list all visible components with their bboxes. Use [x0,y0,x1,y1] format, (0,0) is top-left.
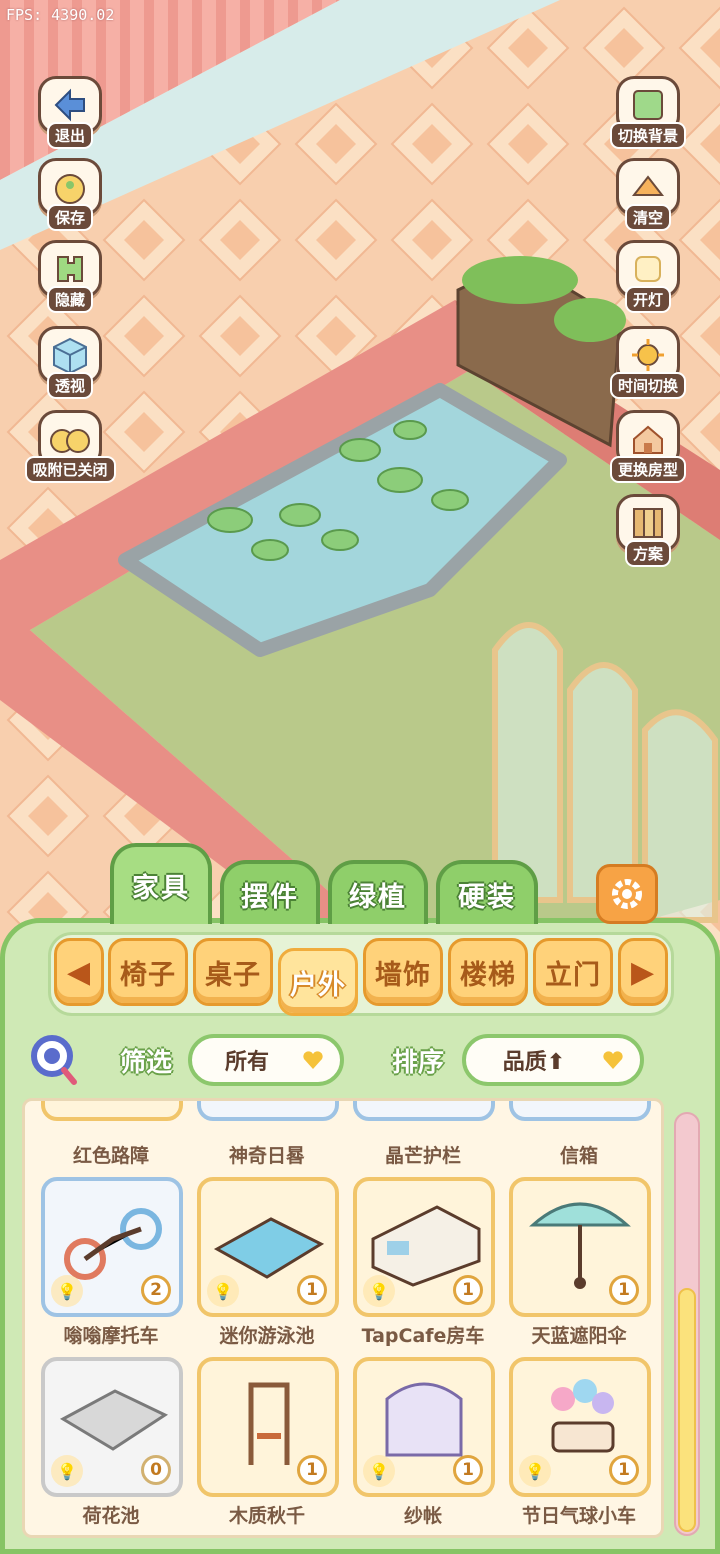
arrow-left-icon: ◀ [66,954,92,990]
hide-button[interactable]: 隐藏 [28,240,112,318]
item-count: 1 [297,1455,327,1485]
canopy-bed-icon [385,1382,463,1457]
item-name-red-roadblock: 红色路障 [72,1145,149,1167]
item-card-partial[interactable] [41,1101,183,1121]
bulb-icon: 💡 [519,1455,551,1487]
item-count: 1 [609,1275,639,1305]
scrollbar-thumb[interactable] [678,1288,696,1532]
item-card-lotus-pond[interactable]: 💡 0 [41,1357,183,1497]
sort-value: 品质⬆ [502,1050,566,1075]
umbrella-icon [529,1202,631,1289]
item-card-umbrella[interactable]: 1 [509,1177,651,1317]
subtab-outdoor[interactable]: 户外 [278,948,358,1016]
next-subcategory-button[interactable]: ▶ [618,938,668,1006]
item-card-camper[interactable]: 💡 1 [353,1177,495,1317]
item-count: 1 [609,1455,639,1485]
item-scrollbar[interactable] [674,1112,700,1536]
search-button[interactable] [28,1032,80,1086]
item-name: TapCafe房车 [361,1325,485,1347]
item-name-mailbox: 信箱 [559,1145,598,1167]
tab-hardware[interactable]: 硬装 [436,860,538,924]
bulb-icon: 💡 [363,1275,395,1307]
item-card-motorbike[interactable]: 💡 2 [41,1177,183,1317]
item-card-canopy[interactable]: 💡 1 [353,1357,495,1497]
sort-dropdown[interactable]: 品质⬆ [462,1034,644,1086]
item-name-sundial: 神奇日晷 [228,1145,305,1167]
subtab-wall-decor[interactable]: 墙饰 [363,938,443,1006]
swing-icon [248,1382,290,1465]
switch-background-button[interactable]: 切换背景 [606,76,690,154]
subtab-doors[interactable]: 立门 [533,938,613,1006]
item-name: 迷你游泳池 [219,1325,315,1347]
light-button[interactable]: 开灯 [606,240,690,318]
subtab-tables[interactable]: 桌子 [193,938,273,1006]
filter-value: 所有 [224,1050,269,1075]
save-button[interactable]: 保存 [28,158,112,236]
heart-dropdown-icon [603,1051,623,1069]
item-card-pool[interactable]: 💡 1 [197,1177,339,1317]
item-name-crystal-fence: 晶芒护栏 [384,1145,461,1167]
arrow-right-icon: ▶ [630,954,656,990]
perspective-button[interactable]: 透视 [28,326,112,404]
fps-counter: FPS: 4390.02 [6,6,115,24]
filter-label: 筛选 [120,1048,173,1078]
item-card-partial[interactable] [509,1101,651,1121]
item-name: 嗡嗡摩托车 [63,1325,159,1347]
heart-dropdown-icon [303,1051,323,1069]
sort-label: 排序 [392,1048,445,1078]
item-card-partial[interactable] [353,1101,495,1121]
subtab-stairs[interactable]: 楼梯 [448,938,528,1006]
bulb-icon: 💡 [207,1275,239,1307]
tab-plants[interactable]: 绿植 [328,860,428,924]
clear-button[interactable]: 清空 [606,158,690,236]
item-name: 荷花池 [82,1505,140,1527]
motorbike-icon [64,1208,162,1280]
search-icon [31,1035,77,1085]
bulb-icon: 💡 [363,1455,395,1487]
item-count: 1 [297,1275,327,1305]
change-room-type-button[interactable]: 更换房型 [606,410,690,488]
lotus-pond-icon [59,1389,169,1451]
bulb-icon: 💡 [51,1455,83,1487]
prev-subcategory-button[interactable]: ◀ [54,938,104,1006]
filter-dropdown[interactable]: 所有 [188,1034,344,1086]
exit-button[interactable]: 退出 [28,76,112,154]
settings-button[interactable] [596,864,658,924]
tab-ornaments[interactable]: 摆件 [220,860,320,924]
item-name: 天蓝遮阳伞 [531,1325,627,1347]
gear-icon [612,879,642,909]
plan-button[interactable]: 方案 [606,494,690,572]
bulb-icon: 💡 [51,1275,83,1307]
camper-van-icon [371,1205,481,1287]
pool-icon [213,1217,325,1279]
item-count: 1 [453,1275,483,1305]
item-count: 2 [141,1275,171,1305]
item-count: 1 [453,1455,483,1485]
item-card-balloon-cart[interactable]: 💡 1 [509,1357,651,1497]
item-name: 节日气球小车 [521,1505,636,1527]
item-name: 木质秋千 [228,1505,305,1527]
item-card-partial[interactable] [197,1101,339,1121]
tab-furniture[interactable]: 家具 [110,843,212,924]
balloon-cart-icon [551,1379,615,1453]
item-name: 纱帐 [403,1505,442,1527]
time-switch-button[interactable]: 时间切换 [606,326,690,404]
subtab-chairs[interactable]: 椅子 [108,938,188,1006]
item-grid[interactable]: 红色路障 神奇日晷 晶芒护栏 信箱 💡 2 💡 1 💡 1 1 嗡嗡摩托车 迷你… [22,1098,664,1538]
item-card-swing[interactable]: 1 [197,1357,339,1497]
snap-toggle-button[interactable]: 吸附已关闭 [24,410,116,488]
item-count: 0 [141,1455,171,1485]
